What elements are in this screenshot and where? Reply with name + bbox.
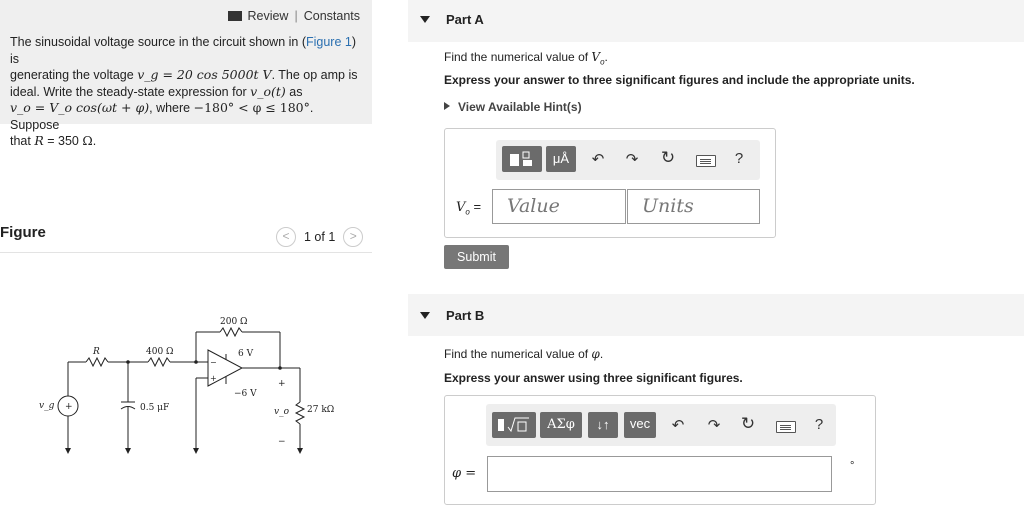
review-link[interactable]: Review	[228, 9, 288, 23]
collapse-triangle-icon[interactable]	[420, 16, 430, 23]
redo-icon[interactable]: ↷	[624, 150, 640, 168]
part-a-hint-link[interactable]: View Available Hint(s)	[444, 100, 582, 114]
r200-label: 200 Ω	[220, 317, 248, 327]
source-plus: +	[65, 402, 73, 412]
figure-next-button[interactable]: >	[343, 227, 364, 247]
units-button[interactable]: μÅ	[546, 146, 576, 172]
constants-link[interactable]: Constants	[304, 9, 360, 23]
vo-minus: −	[278, 437, 286, 447]
templates-button[interactable]	[492, 412, 536, 438]
part-b-emphasis: Express your answer using three signific…	[444, 371, 743, 385]
part-a-toolbar: μÅ ↶ ↷ ↻ ?	[496, 140, 760, 180]
units-input[interactable]: Units	[627, 189, 760, 224]
figure-link[interactable]: Figure 1	[306, 35, 352, 49]
vminus-label: −6 V	[234, 389, 257, 399]
part-a-header[interactable]	[408, 0, 1024, 42]
figure-prev-button[interactable]: <	[276, 227, 296, 247]
cap-label: 0.5 μF	[140, 403, 169, 413]
templates-button[interactable]	[502, 146, 542, 172]
reset-icon[interactable]: ↻	[660, 148, 676, 168]
r400-label: 400 Ω	[146, 347, 174, 357]
vo-plus: +	[278, 379, 286, 389]
help-icon[interactable]: ?	[812, 416, 826, 433]
vo-label: v_o	[274, 407, 290, 417]
review-icon	[228, 11, 244, 21]
submit-button[interactable]: Submit	[444, 245, 509, 269]
templates-icon	[510, 151, 532, 166]
undo-icon[interactable]: ↶	[590, 150, 606, 168]
degree-unit: °	[850, 460, 855, 472]
review-constants-links: Review | Constants	[0, 9, 360, 23]
part-a-title: Part A	[446, 12, 484, 27]
r-label: R	[92, 347, 100, 357]
part-b-header[interactable]	[408, 294, 1024, 336]
phi-input[interactable]	[487, 456, 832, 492]
symbol-button[interactable]: ΑΣφ	[540, 412, 582, 438]
part-b-instruction: Find the numerical value of φ.	[444, 347, 604, 361]
link-separator: |	[294, 9, 298, 23]
circuit-diagram: + v_g R 400 Ω 200 Ω 6 V −6 V 0.5 μF 27 k…	[39, 317, 334, 454]
reset-icon[interactable]: ↻	[740, 414, 756, 434]
hint-arrow-icon	[444, 102, 450, 110]
part-b-title: Part B	[446, 308, 485, 323]
opamp-minus: −	[210, 358, 217, 367]
collapse-triangle-icon[interactable]	[420, 312, 430, 319]
part-a-instruction: Find the numerical value of Vo.	[444, 50, 608, 67]
undo-icon[interactable]: ↶	[670, 416, 686, 434]
opamp-plus: +	[210, 374, 217, 383]
value-input[interactable]: Value	[492, 189, 626, 224]
vg-label: v_g	[39, 401, 55, 411]
swap-button[interactable]: ↓↑	[588, 412, 618, 438]
rload-label: 27 kΩ	[307, 405, 334, 415]
keyboard-icon[interactable]	[696, 155, 716, 167]
problem-text: The sinusoidal voltage source in the cir…	[10, 35, 358, 148]
help-icon[interactable]: ?	[732, 150, 746, 167]
part-b-toolbar: ΑΣφ ↓↑ vec ↶ ↷ ↻ ?	[486, 404, 836, 446]
part-b-answer-label: φ =	[452, 466, 477, 481]
part-a-emphasis: Express your answer to three significant…	[444, 73, 915, 87]
figure-title: Figure	[0, 224, 46, 241]
vplus-label: 6 V	[238, 349, 254, 359]
keyboard-icon[interactable]	[776, 421, 796, 433]
figure-page-label: 1 of 1	[304, 230, 336, 244]
part-a-answer-label: Vo =	[456, 199, 482, 217]
redo-icon[interactable]: ↷	[706, 416, 722, 434]
templates-sqrt-icon	[498, 417, 529, 433]
figure-divider	[0, 252, 372, 253]
figure-pager: <1 of 1 >	[276, 227, 364, 247]
vector-button[interactable]: vec	[624, 412, 656, 438]
